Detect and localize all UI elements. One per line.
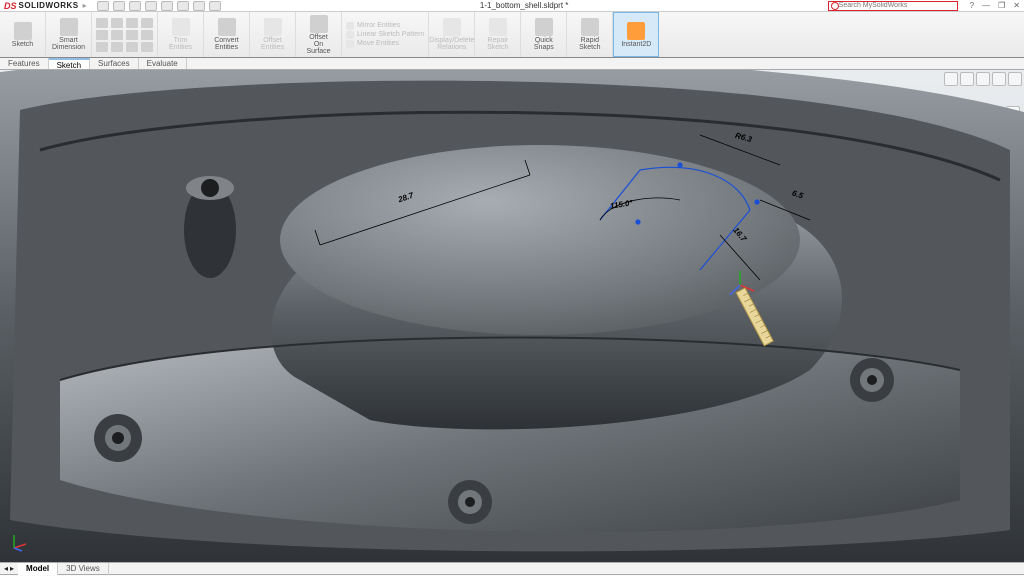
repair-sketch-button[interactable]: Repair Sketch (475, 12, 521, 57)
instant2d-icon (627, 22, 645, 40)
poly-icon[interactable] (126, 30, 138, 40)
linear-pattern-item[interactable]: Linear Sketch Pattern (346, 31, 424, 39)
command-ribbon: Sketch Smart Dimension Trim Entities Con… (0, 12, 1024, 58)
new-icon[interactable] (97, 1, 109, 11)
brand-text: SOLIDWORKS (19, 1, 79, 10)
trim-entities-button[interactable]: Trim Entities (158, 12, 204, 57)
spline-icon[interactable] (126, 18, 138, 28)
print-icon[interactable] (145, 1, 157, 11)
document-title: 1-1_bottom_shell.sldprt * (225, 1, 824, 10)
tab-evaluate[interactable]: Evaluate (139, 58, 187, 69)
window-controls: ? — ❐ ✕ (970, 1, 1020, 10)
rapid-icon (581, 18, 599, 36)
search-input[interactable] (839, 2, 939, 9)
convert-entities-button[interactable]: Convert Entities (204, 12, 250, 57)
ellipse-icon[interactable] (111, 42, 123, 52)
open-icon[interactable] (113, 1, 125, 11)
feature-manager-tabs: Features Sketch Surfaces Evaluate (0, 58, 1024, 70)
options-icon[interactable] (193, 1, 205, 11)
line-icon[interactable] (96, 18, 108, 28)
undo-icon[interactable] (161, 1, 173, 11)
offset-on-surface-button[interactable]: Offset On Surface (296, 12, 342, 57)
fillet-icon[interactable] (141, 18, 153, 28)
text-icon[interactable] (126, 42, 138, 52)
minimize-button[interactable]: — (982, 1, 990, 10)
arc-icon[interactable] (111, 30, 123, 40)
ds-logo-icon: DS (4, 1, 17, 11)
app-logo: DS SOLIDWORKS (4, 1, 79, 11)
tab-3d-views[interactable]: 3D Views (58, 563, 109, 575)
model-render (0, 70, 1024, 562)
settings-icon[interactable] (209, 1, 221, 11)
rapid-sketch-button[interactable]: Rapid Sketch (567, 12, 613, 57)
display-delete-relations-button[interactable]: Display/Delete Relations (429, 12, 475, 57)
dropdown-caret-icon[interactable]: ▸ (83, 1, 87, 10)
tab-scroll-controls: ◂ ▸ (0, 564, 18, 573)
point-icon[interactable] (141, 30, 153, 40)
dimension-icon (60, 18, 78, 36)
plane-icon[interactable] (141, 42, 153, 52)
instant2d-button[interactable]: Instant2D (613, 12, 659, 57)
search-icon (831, 2, 839, 10)
offset-surface-icon (310, 15, 328, 33)
snaps-icon (535, 18, 553, 36)
move-icon (346, 40, 354, 48)
repair-icon (489, 18, 507, 36)
help-button[interactable]: ? (970, 1, 974, 10)
close-button[interactable]: ✕ (1013, 1, 1020, 10)
quick-snaps-button[interactable]: Quick Snaps (521, 12, 567, 57)
bottom-tab-bar: ◂ ▸ Model 3D Views (0, 562, 1024, 574)
rebuild-icon[interactable] (177, 1, 189, 11)
rect-icon[interactable] (96, 30, 108, 40)
trim-icon (172, 18, 190, 36)
move-entities-item[interactable]: Move Entities (346, 40, 424, 48)
search-box[interactable] (828, 1, 958, 11)
smart-dimension-button[interactable]: Smart Dimension (46, 12, 92, 57)
pattern-group: Mirror Entities Linear Sketch Pattern Mo… (342, 12, 429, 57)
tab-sketch[interactable]: Sketch (49, 58, 90, 69)
quick-access-toolbar (97, 1, 221, 11)
tab-features[interactable]: Features (0, 58, 49, 69)
offset-entities-button[interactable]: Offset Entities (250, 12, 296, 57)
cad-model (0, 70, 1024, 562)
mirror-entities-item[interactable]: Mirror Entities (346, 22, 424, 30)
tab-model[interactable]: Model (18, 563, 58, 575)
relations-icon (443, 18, 461, 36)
tab-next-icon[interactable]: ▸ (10, 564, 14, 573)
sketch-button[interactable]: Sketch (0, 12, 46, 57)
tab-surfaces[interactable]: Surfaces (90, 58, 139, 69)
tab-prev-icon[interactable]: ◂ (4, 564, 8, 573)
mirror-icon (346, 22, 354, 30)
graphics-viewport[interactable]: 28.7 115.0° R6.3 6.5 16.7 (0, 70, 1024, 562)
sketch-icon (14, 22, 32, 40)
restore-button[interactable]: ❐ (998, 1, 1005, 10)
title-bar: DS SOLIDWORKS ▸ 1-1_bottom_shell.sldprt … (0, 0, 1024, 12)
circle-icon[interactable] (111, 18, 123, 28)
save-icon[interactable] (129, 1, 141, 11)
coordinate-triad-icon (10, 532, 30, 552)
sketch-tools-group (92, 12, 158, 57)
pattern-icon (346, 31, 354, 39)
convert-icon (218, 18, 236, 36)
slot-icon[interactable] (96, 42, 108, 52)
offset-icon (264, 18, 282, 36)
